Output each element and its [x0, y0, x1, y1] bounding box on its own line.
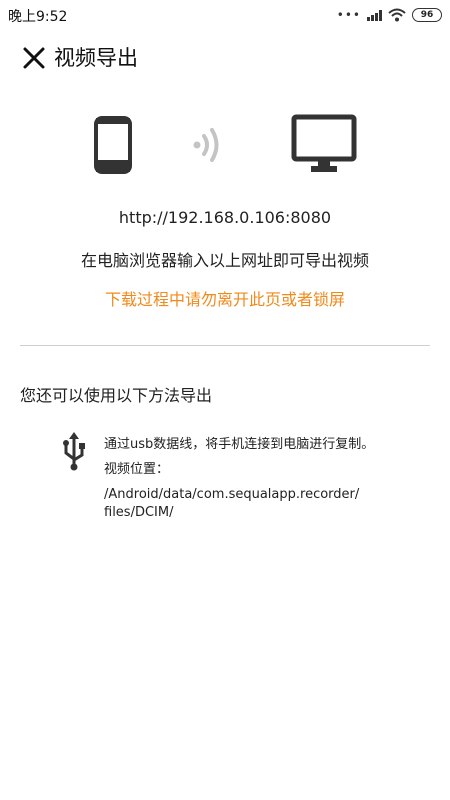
close-icon[interactable] — [20, 44, 48, 72]
battery-icon: 96 — [412, 8, 442, 22]
export-url: http://192.168.0.106:8080 — [118, 208, 332, 227]
phone-icon — [94, 116, 132, 174]
status-bar: 晚上9:52 ••• 96 — [0, 0, 450, 30]
usb-description: 通过usb数据线，将手机连接到电脑进行复制。 — [104, 437, 375, 452]
wifi-icon — [388, 8, 406, 22]
instruction-text: 在电脑浏览器输入以上网址即可导出视频 — [80, 251, 369, 270]
title-bar: 视频导出 — [0, 40, 450, 76]
status-time: 晚上9:52 — [8, 9, 68, 25]
wireless-signal-icon — [193, 128, 219, 162]
page-title: 视频导出 — [54, 46, 138, 70]
more-dots-icon: ••• — [336, 8, 361, 22]
signal-icon — [367, 9, 382, 21]
monitor-icon — [291, 114, 357, 172]
usb-icon — [63, 432, 85, 471]
video-location-label: 视频位置： — [104, 462, 170, 477]
divider — [20, 345, 430, 346]
usb-instructions: 通过usb数据线，将手机连接到电脑进行复制。 视频位置： /Android/da… — [104, 432, 424, 525]
status-icons: ••• 96 — [337, 6, 442, 24]
warning-text: 下载过程中请勿离开此页或者锁屏 — [104, 290, 345, 309]
alternative-heading: 您还可以使用以下方法导出 — [20, 386, 213, 405]
